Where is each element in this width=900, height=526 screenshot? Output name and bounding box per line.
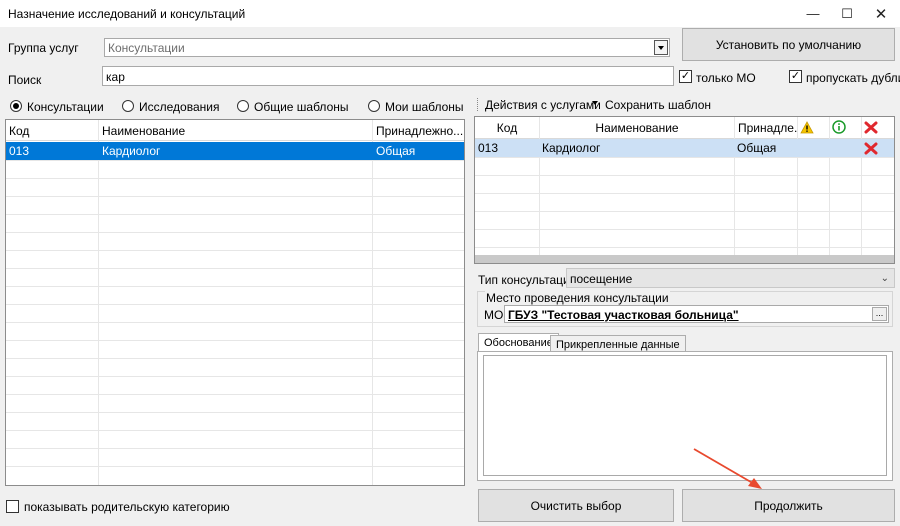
table-row[interactable]: 013 Кардиолог Общая bbox=[475, 139, 894, 157]
mo-field[interactable]: ГБУЗ "Тестовая участковая больница" ... bbox=[504, 305, 889, 323]
minimize-icon[interactable]: — bbox=[796, 0, 830, 27]
actions-menu[interactable]: Действия с услугами bbox=[485, 98, 601, 112]
place-label: Место проведения консультации bbox=[485, 291, 670, 305]
skip-duplicates-checkbox[interactable]: ✓ bbox=[789, 70, 802, 83]
maximize-icon[interactable]: ☐ bbox=[830, 0, 864, 27]
set-default-button[interactable]: Установить по умолчанию bbox=[682, 28, 895, 61]
row-owner: Общая bbox=[737, 141, 777, 155]
info-icon bbox=[832, 120, 846, 134]
radio-research[interactable] bbox=[122, 100, 134, 112]
row-code: 013 bbox=[9, 144, 30, 158]
search-label: Поиск bbox=[8, 73, 42, 87]
col-owner[interactable]: Принадлежно... bbox=[373, 120, 464, 141]
consultation-type-value: посещение bbox=[570, 272, 633, 286]
radio-research-label: Исследования bbox=[139, 100, 220, 114]
annotation-arrow-icon bbox=[693, 448, 762, 489]
chevron-down-icon[interactable] bbox=[592, 101, 598, 105]
group-select[interactable]: Консультации bbox=[104, 38, 670, 57]
radio-consultations[interactable] bbox=[10, 100, 22, 112]
col-name[interactable]: Наименование bbox=[99, 120, 373, 141]
delete-icon[interactable] bbox=[864, 120, 878, 134]
only-mo-checkbox[interactable]: ✓ bbox=[679, 70, 692, 83]
row-code: 013 bbox=[478, 141, 499, 155]
group-select-value: Консультации bbox=[108, 41, 185, 55]
show-parent-label: показывать родительскую категорию bbox=[24, 500, 230, 514]
col-name[interactable]: Наименование bbox=[539, 117, 735, 138]
radio-consultations-label: Консультации bbox=[27, 100, 104, 114]
only-mo-label: только МО bbox=[696, 71, 756, 85]
tab-attached-data[interactable]: Прикрепленные данные bbox=[550, 335, 686, 352]
mo-label: МО bbox=[484, 308, 504, 322]
col-owner[interactable]: Принадле... bbox=[735, 117, 797, 138]
chevron-down-icon[interactable] bbox=[654, 40, 668, 55]
tab-justification[interactable]: Обоснование bbox=[478, 333, 559, 352]
col-code[interactable]: Код bbox=[6, 120, 98, 141]
clear-selection-button[interactable]: Очистить выбор bbox=[478, 489, 674, 522]
consultation-type-label: Тип консультации bbox=[478, 273, 577, 287]
toolbar-grip bbox=[477, 98, 479, 111]
warning-icon bbox=[800, 121, 814, 134]
services-grid-header: Код Наименование Принадлежно... bbox=[6, 120, 464, 141]
search-input[interactable]: кар bbox=[102, 66, 674, 86]
consultation-type-select[interactable]: посещение ⌄ bbox=[566, 268, 895, 288]
window-title: Назначение исследований и консультаций bbox=[8, 7, 246, 21]
services-grid[interactable]: Код Наименование Принадлежно... 013 Кард… bbox=[5, 119, 465, 486]
chevron-down-icon[interactable]: ⌄ bbox=[881, 273, 889, 284]
radio-my-templates[interactable] bbox=[368, 100, 380, 112]
justification-panel bbox=[477, 351, 893, 481]
mo-value[interactable]: ГБУЗ "Тестовая участковая больница" bbox=[508, 308, 739, 322]
table-row[interactable]: 013 Кардиолог Общая bbox=[6, 142, 464, 160]
radio-common-templates[interactable] bbox=[237, 100, 249, 112]
group-label: Группа услуг bbox=[8, 41, 79, 55]
radio-common-templates-label: Общие шаблоны bbox=[254, 100, 349, 114]
radio-my-templates-label: Мои шаблоны bbox=[385, 100, 464, 114]
col-code[interactable]: Код bbox=[475, 117, 539, 138]
delete-row-icon[interactable] bbox=[864, 141, 878, 155]
row-name: Кардиолог bbox=[102, 144, 161, 158]
selected-services-grid[interactable]: Код Наименование Принадле... 013 Кардиол… bbox=[474, 116, 895, 264]
save-template-button[interactable]: Сохранить шаблон bbox=[605, 98, 711, 112]
skip-duplicates-label: пропускать дубли bbox=[806, 71, 900, 85]
row-owner: Общая bbox=[376, 144, 416, 158]
search-input-value: кар bbox=[106, 70, 125, 84]
place-group: Место проведения консультации МО ГБУЗ "Т… bbox=[477, 291, 893, 327]
selected-grid-header: Код Наименование Принадле... bbox=[475, 117, 894, 139]
row-name: Кардиолог bbox=[542, 141, 601, 155]
show-parent-checkbox[interactable] bbox=[6, 500, 19, 513]
ellipsis-icon[interactable]: ... bbox=[872, 307, 887, 321]
close-icon[interactable]: ✕ bbox=[864, 0, 898, 27]
horizontal-scrollbar[interactable] bbox=[475, 255, 894, 263]
justification-textarea[interactable] bbox=[483, 355, 887, 476]
title-bar: Назначение исследований и консультаций —… bbox=[0, 0, 900, 27]
